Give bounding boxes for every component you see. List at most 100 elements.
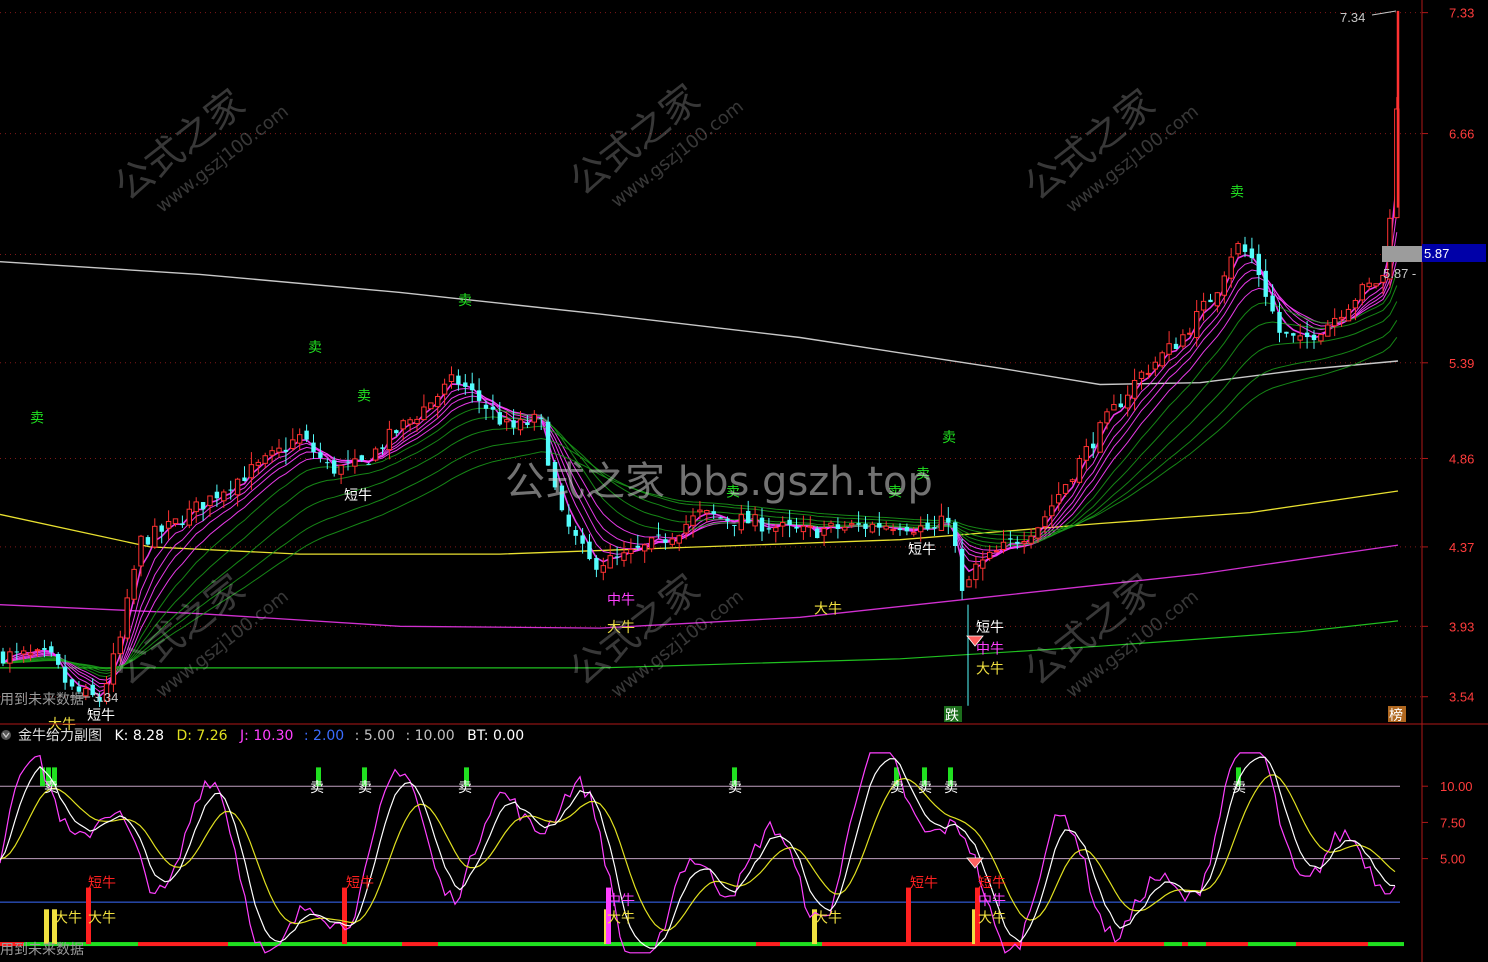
candle-body-up [414, 418, 420, 425]
trend-bar-segment [684, 942, 690, 947]
trend-bar-segment [438, 942, 444, 947]
sell-signal: 卖 [308, 340, 322, 356]
sub-short-bull-signal: 短牛 [910, 876, 938, 892]
candle-body-down [1263, 270, 1268, 297]
trend-bar-segment [366, 942, 372, 947]
candle-body-down [1208, 299, 1213, 303]
main-future-data-notice: 用到未来数据 [0, 692, 84, 708]
trend-bar-segment [768, 942, 774, 947]
candle-body-up [1166, 343, 1172, 355]
candle-body-up [1159, 352, 1165, 367]
trend-bar-segment [876, 942, 882, 947]
candle-body-down [394, 430, 399, 434]
candle-body-up [807, 525, 813, 528]
candle-body-down [228, 489, 233, 491]
short-bull-signal: 短牛 [344, 488, 372, 504]
candle-body-down [1015, 541, 1020, 544]
candle-body-down [718, 517, 723, 519]
candle-body-up [262, 455, 268, 464]
candle-body-up [1104, 411, 1110, 424]
trend-bar-segment [246, 942, 252, 947]
trend-bar-segment [744, 942, 750, 947]
trend-bar-segment [408, 942, 414, 947]
trend-bar-segment [798, 942, 804, 947]
candle-body-down [180, 523, 185, 525]
trend-bar-segment [930, 942, 936, 947]
trend-bar-segment [384, 942, 390, 947]
sub-sell-signal: 卖 [44, 780, 58, 796]
trend-bar-segment [450, 942, 456, 947]
candle-body-down [580, 535, 585, 544]
candle-body-down [14, 651, 19, 653]
trend-bar-segment [714, 942, 720, 947]
candle-body-up [255, 461, 262, 466]
trend-bar-segment [96, 942, 102, 947]
trend-bar-segment [540, 942, 546, 947]
candle-body-up [186, 508, 193, 526]
candle-body-up [642, 544, 648, 552]
candle-body-down [794, 526, 799, 529]
k-label: K: [114, 728, 132, 744]
trend-bar-segment [576, 942, 582, 947]
candle-body-up [131, 568, 137, 600]
trend-bar-segment [858, 942, 864, 947]
trend-bar-segment [1158, 942, 1164, 947]
ref10-value: 10.00 [415, 728, 455, 744]
candle-body-down [242, 477, 247, 482]
candle-body-down [159, 525, 164, 532]
trend-bar-segment [1332, 942, 1338, 947]
trend-bar-segment [666, 942, 672, 947]
trend-bar-segment [180, 942, 186, 947]
trend-bar-segment [306, 942, 312, 947]
trend-bar-segment [1074, 942, 1080, 947]
trend-bar-segment [750, 942, 756, 947]
candle-body-down [56, 653, 61, 665]
candle-body-up [773, 527, 779, 532]
trend-bar-segment [456, 942, 462, 947]
price-tick-label: 4.86 [1449, 451, 1474, 466]
candle-body-up [1345, 308, 1352, 322]
trend-bar-segment [1266, 942, 1272, 947]
candle-body-down [1008, 538, 1013, 540]
candle-body-down [0, 651, 6, 664]
current-price-value: 5.87 [1424, 246, 1449, 261]
sub-big-bull-signal: 大牛 [814, 910, 842, 926]
candle-body-up [842, 526, 848, 531]
sub-big-bull-signal: 大牛 [54, 910, 82, 926]
candle-body-up [973, 563, 979, 581]
sub-sell-signal: 卖 [728, 780, 742, 796]
candle-body-up [690, 515, 696, 526]
trend-bar-segment [1368, 942, 1374, 947]
candle-body-up [1187, 332, 1193, 335]
candle-body-up [1138, 371, 1145, 379]
trend-bar-segment [960, 942, 966, 947]
candle-body-down [490, 406, 496, 410]
candle-body-down [1270, 295, 1275, 312]
trend-bar-segment [1170, 942, 1176, 947]
candle-body-down [1304, 332, 1310, 338]
trend-bar-segment [870, 942, 876, 947]
candle-body-down [759, 517, 765, 532]
trend-bar-segment [1260, 942, 1266, 947]
sub-sell-signal: 卖 [458, 780, 472, 796]
trend-bar-segment [1302, 942, 1308, 947]
sub-sell-signal: 卖 [890, 780, 904, 796]
trend-bar-segment [294, 942, 300, 947]
candle-body-up [276, 447, 282, 453]
candle-body-up [669, 538, 675, 545]
collapse-icon[interactable] [1, 730, 11, 740]
candle-body-down [663, 539, 668, 543]
candle-body-up [428, 402, 434, 410]
candle-body-up [987, 551, 993, 559]
candle-body-up [27, 652, 34, 656]
candle-body-up [297, 434, 303, 444]
trend-bar-segment [1128, 942, 1134, 947]
candle-body-up [338, 464, 344, 475]
trend-bar-segment [1278, 942, 1284, 947]
candle-body-up [504, 419, 510, 423]
candle-body-up [352, 458, 358, 467]
candle-body-down [877, 523, 882, 528]
candle-body-down [1173, 343, 1179, 349]
sell-signal: 卖 [458, 293, 472, 309]
candle-body-down [787, 519, 792, 525]
